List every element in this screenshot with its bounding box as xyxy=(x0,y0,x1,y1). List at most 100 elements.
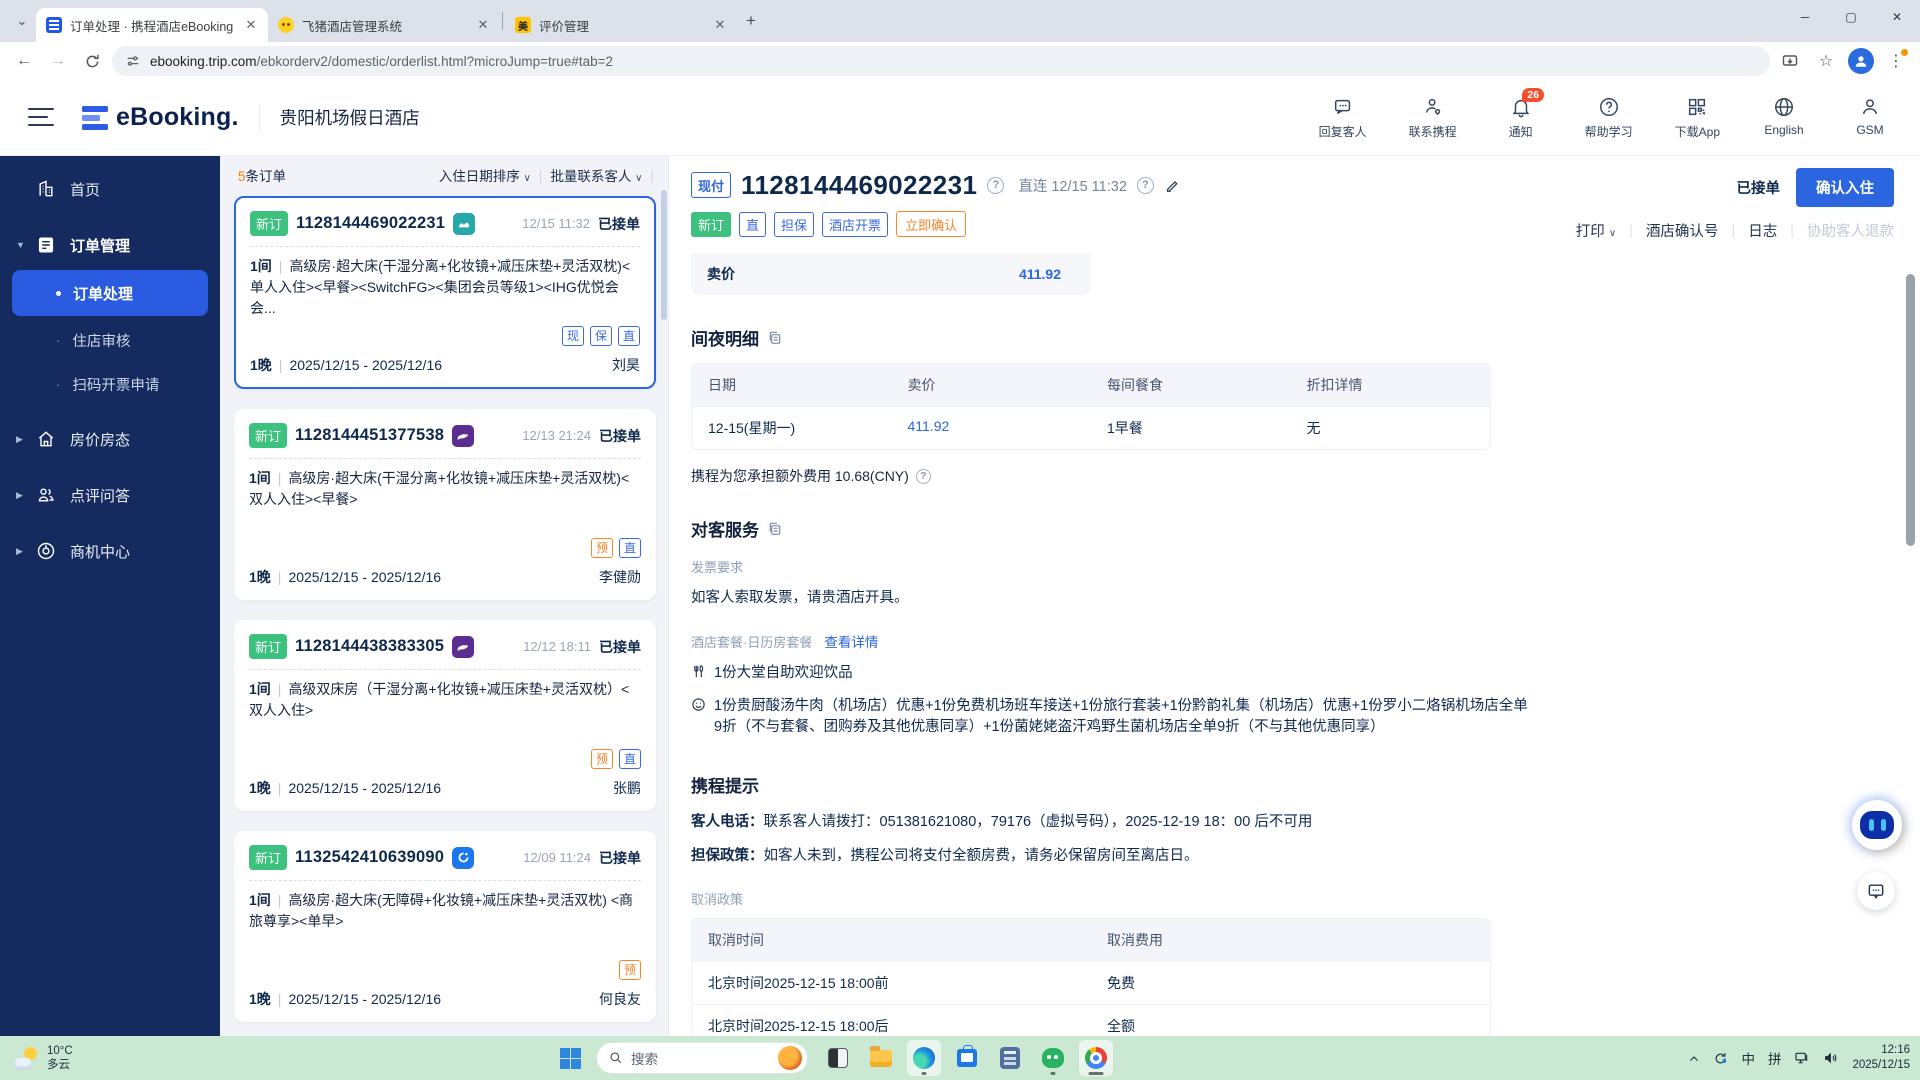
confirm-now-button[interactable]: 立即确认 xyxy=(896,211,967,237)
sidebar-item-scan-invoice[interactable]: · 扫码开票申请 xyxy=(0,362,220,406)
bookmark-star-icon[interactable]: ☆ xyxy=(1812,47,1840,75)
channel-help-icon[interactable]: ? xyxy=(1136,176,1154,194)
language-button[interactable]: English xyxy=(1762,96,1806,137)
ai-assistant-button[interactable] xyxy=(1852,800,1902,850)
feedback-chat-button[interactable] xyxy=(1857,872,1895,910)
order-help-icon[interactable]: ? xyxy=(987,176,1005,194)
maximize-button[interactable]: ▢ xyxy=(1828,0,1874,34)
channel-info: 直连 12/15 11:32 xyxy=(1018,178,1127,195)
taskbar-search[interactable]: 搜索 xyxy=(596,1042,808,1074)
edge-icon[interactable] xyxy=(907,1040,941,1076)
sidebar-item-business-center[interactable]: ▶ 商机中心 xyxy=(0,528,220,574)
contact-ctrip-button[interactable]: 联系携程 xyxy=(1409,96,1457,140)
notifications-button[interactable]: 26 通知 xyxy=(1499,87,1545,140)
sidebar-item-home[interactable]: 首页 xyxy=(0,166,220,212)
install-app-icon[interactable] xyxy=(1776,47,1804,75)
wechat-icon[interactable] xyxy=(1036,1040,1070,1076)
tab-ebooking[interactable]: 订单处理 · 携程酒店eBooking ✕ xyxy=(36,8,268,42)
copy-icon[interactable] xyxy=(767,521,783,537)
house-icon xyxy=(38,431,54,447)
badge-guarantee: 担保 xyxy=(774,211,815,237)
sidebar-item-stay-audit[interactable]: · 住店审核 xyxy=(0,318,220,362)
forward-icon[interactable]: → xyxy=(44,47,72,75)
sidebar-item-rates[interactable]: ▶ 房价房态 xyxy=(0,416,220,462)
browser-menu-icon[interactable]: ⋮ xyxy=(1882,47,1910,75)
tag-guarantee: 保 xyxy=(589,326,612,346)
sidebar-item-reviews[interactable]: ▶ 点评问答 xyxy=(0,472,220,518)
guest-name: 刘昊 xyxy=(612,357,640,373)
print-dropdown[interactable]: 打印 ∨ xyxy=(1576,220,1616,241)
order-card[interactable]: 新订 1132542410639090 12/09 11:24 已接单 1间 | 高… xyxy=(234,831,656,1022)
status-badge: 新订 xyxy=(250,211,289,236)
site-info-icon[interactable] xyxy=(126,54,140,68)
cast-display-icon[interactable] xyxy=(1794,1050,1810,1067)
tab-separator xyxy=(502,12,503,30)
tab-close-icon[interactable]: ✕ xyxy=(474,16,492,34)
snipping-tool-icon[interactable] xyxy=(821,1040,855,1076)
hotel-confirm-no-button[interactable]: 酒店确认号 xyxy=(1646,220,1719,241)
chat-bubble-icon xyxy=(1334,99,1350,114)
ime-language-indicator[interactable]: 中 xyxy=(1741,1048,1755,1068)
window-controls: ─ ▢ ✕ xyxy=(1782,0,1920,34)
night-detail-table: 日期 卖价 每间餐食 折扣详情 12-15(星期一) 411.92 1早餐 无 xyxy=(691,363,1491,450)
back-icon[interactable]: ← xyxy=(10,47,38,75)
tab-search-button[interactable]: ⌄ xyxy=(8,7,36,35)
file-explorer-icon[interactable] xyxy=(864,1040,898,1076)
tripbiz-channel-icon xyxy=(452,846,475,869)
robot-icon xyxy=(1860,811,1894,839)
order-card[interactable]: 新订 1128144438383305 12/12 18:11 已接单 1间 | 高… xyxy=(234,620,656,811)
help-learn-button[interactable]: 帮助学习 xyxy=(1585,96,1633,140)
tab-close-icon[interactable]: ✕ xyxy=(242,16,260,34)
sort-dropdown[interactable]: 入住日期排序 ∨ xyxy=(439,165,531,185)
ime-mode-indicator[interactable]: 拼 xyxy=(1768,1048,1782,1068)
guest-service-title: 对客服务 xyxy=(691,521,759,540)
tab-review[interactable]: 美 评价管理 ✕ xyxy=(505,8,737,42)
url-bar[interactable]: ebooking.trip.com/ebkorderv2/domestic/or… xyxy=(112,46,1770,76)
detail-status: 已接单 xyxy=(1736,181,1781,197)
extra-fee-note: 携程为您承担额外费用 10.68(CNY) ? xyxy=(691,466,1894,486)
tray-expand-icon[interactable] xyxy=(1688,1051,1700,1066)
weather-icon xyxy=(14,1047,40,1069)
weather-widget[interactable]: 10°C 多云 xyxy=(0,1044,73,1073)
order-list-scrollbar[interactable] xyxy=(661,190,667,320)
log-button[interactable]: 日志 xyxy=(1748,220,1777,241)
hotel-name: 贵阳机场假日酒店 xyxy=(279,108,420,128)
microsoft-store-icon[interactable] xyxy=(950,1040,984,1076)
app-header: eBooking. 贵阳机场假日酒店 回复客人 联系携程 26 通知 帮助学习 … xyxy=(0,80,1920,156)
badge-direct: 直 xyxy=(739,211,767,237)
sell-price-value[interactable]: 411.92 xyxy=(1019,266,1061,282)
update-sync-icon[interactable] xyxy=(1713,1050,1728,1066)
view-details-link[interactable]: 查看详情 xyxy=(824,631,878,651)
batch-contact-dropdown[interactable]: 批量联系客人 ∨ xyxy=(550,165,642,185)
room-description: 1间 | 高级房·超大床(无障碍+化妆镜+减压床垫+灵活双枕) <商旅尊享><单早> xyxy=(249,892,634,929)
sidebar-toggle-icon[interactable] xyxy=(28,107,54,128)
start-button[interactable] xyxy=(553,1040,587,1076)
refresh-icon[interactable] xyxy=(78,47,106,75)
sidebar-group-order-management[interactable]: ▼ 订单管理 xyxy=(0,222,220,268)
reply-guest-button[interactable]: 回复客人 xyxy=(1319,96,1367,140)
minimize-button[interactable]: ─ xyxy=(1782,0,1828,34)
fee-help-icon[interactable]: ? xyxy=(915,468,931,484)
close-button[interactable]: ✕ xyxy=(1874,0,1920,34)
sidebar-item-order-processing[interactable]: 订单处理 xyxy=(12,270,208,316)
gsm-account-button[interactable]: GSM xyxy=(1848,96,1892,137)
order-card[interactable]: 新订 1128144469022231 12/15 11:32 已接单 1间 | 高… xyxy=(234,196,656,389)
assist-refund-button[interactable]: 协助客人退款 xyxy=(1807,220,1894,241)
people-icon xyxy=(38,488,54,502)
tab-close-icon[interactable]: ✕ xyxy=(711,16,729,34)
page-scrollbar[interactable] xyxy=(1906,274,1915,546)
calculator-icon[interactable] xyxy=(993,1040,1027,1076)
tab-fliggy[interactable]: 飞猪酒店管理系统 ✕ xyxy=(268,8,500,42)
edit-pencil-icon[interactable] xyxy=(1164,177,1181,194)
volume-icon[interactable] xyxy=(1823,1050,1839,1067)
copy-icon[interactable] xyxy=(767,330,783,346)
profile-avatar[interactable] xyxy=(1848,48,1874,74)
download-app-button[interactable]: 下载App xyxy=(1675,96,1720,140)
chrome-icon[interactable] xyxy=(1079,1040,1113,1076)
order-count: 5条订单 xyxy=(238,169,287,184)
new-tab-button[interactable]: + xyxy=(737,7,765,35)
confirm-checkin-button[interactable]: 确认入住 xyxy=(1796,168,1894,207)
night-price-link[interactable]: 411.92 xyxy=(892,407,1092,449)
clock-widget[interactable]: 12:16 2025/12/15 xyxy=(1852,1043,1910,1073)
order-card[interactable]: 新订 1128144451377538 12/13 21:24 已接单 1间 | 高… xyxy=(234,409,656,600)
